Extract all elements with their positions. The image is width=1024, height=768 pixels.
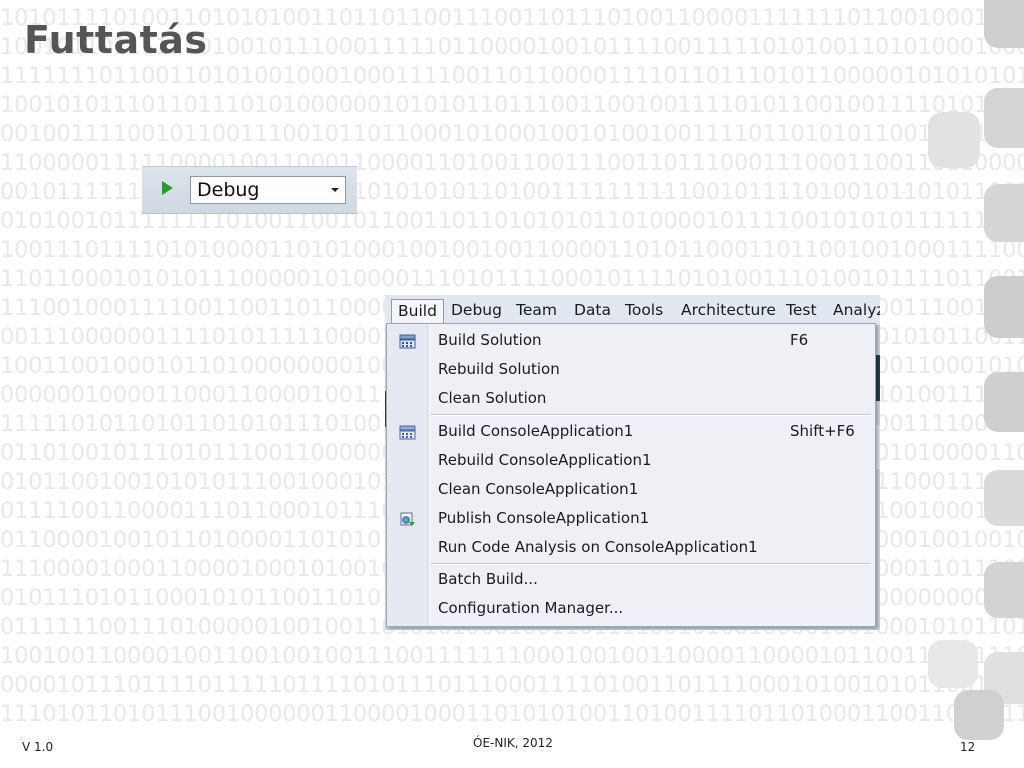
menu-debug[interactable]: Debug	[444, 299, 509, 323]
binary-row: 1111111011001101010010001000111100110110…	[0, 63, 1024, 89]
menu-item-rebuild-solution[interactable]: Rebuild Solution	[387, 356, 875, 385]
deco-square	[984, 372, 1024, 432]
menu-item-label: Rebuild ConsoleApplication1	[438, 451, 652, 469]
deco-square	[984, 276, 1024, 338]
menu-item-clean-solution[interactable]: Clean Solution	[387, 385, 875, 414]
menu-team[interactable]: Team	[509, 299, 564, 323]
menu-tools[interactable]: Tools	[618, 299, 670, 323]
menu-item-label: Configuration Manager...	[438, 599, 624, 617]
deco-square	[984, 652, 1024, 704]
decorative-squares	[882, 0, 1024, 768]
binary-row: 1101100010101011100000101000011101011110…	[0, 266, 1024, 292]
play-icon[interactable]	[162, 181, 173, 195]
menu-item-label: Clean Solution	[438, 389, 547, 407]
binary-row: 1001001100001001100100100111001111111000…	[0, 643, 1024, 669]
menu-item-build-project[interactable]: Build ConsoleApplication1 Shift+F6	[387, 418, 875, 447]
menu-item-batch-build[interactable]: Batch Build...	[387, 566, 875, 595]
publish-icon	[400, 512, 415, 526]
binary-row: 1001010111011011101010000001010101101110…	[0, 92, 1024, 118]
menu-item-label: Build Solution	[438, 331, 542, 349]
footer-page-number: 12	[960, 740, 976, 754]
menu-item-label: Run Code Analysis on ConsoleApplication1	[438, 538, 758, 556]
deco-square	[984, 184, 1024, 242]
binary-row: 1110101101011100100000011000010001101010…	[0, 701, 1024, 727]
configuration-value: Debug	[197, 179, 260, 201]
deco-square	[928, 112, 980, 168]
build-project-icon	[399, 425, 416, 440]
deco-square	[954, 690, 1004, 740]
menu-architecture[interactable]: Architecture	[674, 299, 783, 323]
deco-square	[928, 640, 978, 688]
menu-item-publish-project[interactable]: Publish ConsoleApplication1	[387, 505, 875, 534]
menu-item-rebuild-project[interactable]: Rebuild ConsoleApplication1	[387, 447, 875, 476]
menu-item-label: Clean ConsoleApplication1	[438, 480, 639, 498]
menu-item-shortcut: F6	[790, 331, 809, 349]
menu-separator	[431, 563, 871, 565]
menu-separator	[431, 414, 871, 416]
solution-configuration-select[interactable]: Debug	[190, 176, 346, 204]
menu-item-configuration-manager[interactable]: Configuration Manager...	[387, 595, 875, 624]
menu-bar: Build Debug Team Data Tools Architecture…	[385, 295, 880, 326]
deco-square	[984, 470, 1024, 526]
deco-square	[984, 88, 1024, 148]
binary-row: 0010011110010110011100101101100010100010…	[0, 121, 1024, 147]
build-menu-dropdown: Build Solution F6 Rebuild Solution Clean…	[386, 323, 876, 627]
menu-item-label: Rebuild Solution	[438, 360, 560, 378]
visual-studio-window: Build Debug Team Data Tools Architecture…	[385, 295, 880, 630]
build-solution-icon	[399, 334, 416, 349]
footer-version: V 1.0	[22, 740, 54, 754]
footer-institution: ÓE-NIK, 2012	[473, 736, 553, 750]
deco-square	[984, 0, 1024, 48]
menu-item-clean-project[interactable]: Clean ConsoleApplication1	[387, 476, 875, 505]
menu-item-run-code-analysis[interactable]: Run Code Analysis on ConsoleApplication1	[387, 534, 875, 563]
chevron-down-icon[interactable]	[331, 188, 339, 192]
slide-title: Futtatás	[24, 18, 208, 62]
menu-item-shortcut: Shift+F6	[790, 422, 855, 440]
menu-item-label: Publish ConsoleApplication1	[438, 509, 650, 527]
menu-item-label: Build ConsoleApplication1	[438, 422, 634, 440]
debug-toolbar: Debug	[142, 166, 357, 214]
menu-item-build-solution[interactable]: Build Solution F6	[387, 327, 875, 356]
binary-row: 0000101110111101111101111010111011100011…	[0, 672, 1024, 698]
menu-analyze[interactable]: Analyz	[826, 299, 880, 323]
menu-test[interactable]: Test	[779, 299, 824, 323]
menu-data[interactable]: Data	[567, 299, 618, 323]
menu-build[interactable]: Build	[391, 299, 444, 325]
binary-row: 1001110111101010000110101000100100100110…	[0, 237, 1024, 263]
deco-square	[984, 562, 1024, 618]
menu-item-label: Batch Build...	[438, 570, 538, 588]
